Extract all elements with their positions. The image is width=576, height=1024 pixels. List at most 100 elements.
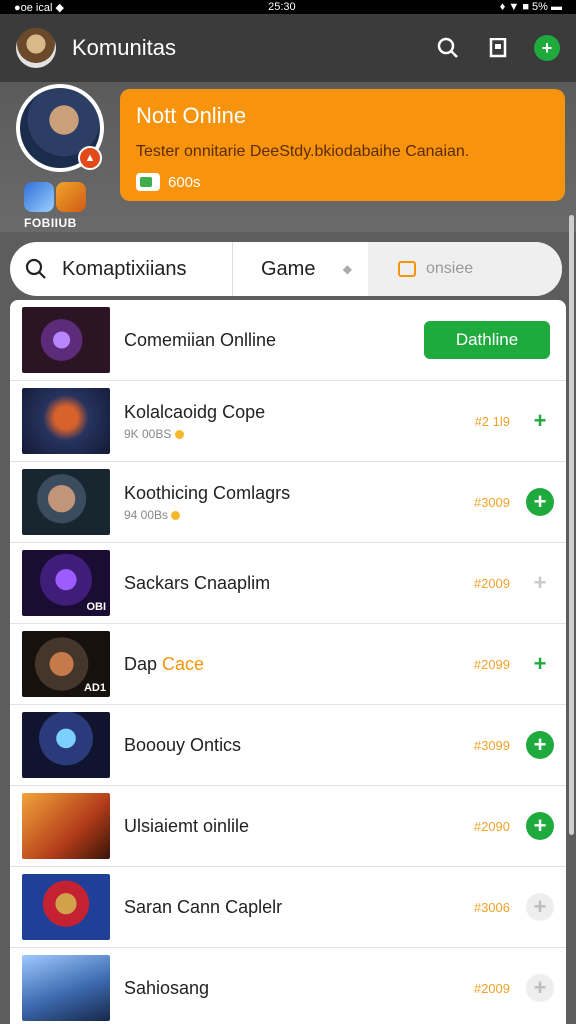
list-item-meta: #2009 (473, 575, 510, 591)
page-title: Komunitas (72, 35, 176, 60)
thumbnail (22, 712, 110, 778)
chat-icon (398, 261, 416, 277)
add-icon[interactable]: + (526, 893, 554, 921)
list-item-title-text: Sahiosang (124, 977, 210, 998)
list-item[interactable]: Saran Cann Caplelr #3006 + (10, 867, 566, 948)
coin-icon (171, 510, 181, 520)
list-item-title: Booouy Ontics (124, 735, 450, 756)
add-icon[interactable]: + (526, 407, 554, 435)
banner-count: 600s (136, 173, 549, 191)
list-item-meta: #2 1l9 (474, 413, 510, 429)
search-icon[interactable] (434, 34, 462, 62)
list-item-subtitle-text: 9K 00BS (124, 426, 172, 441)
add-icon[interactable]: + (526, 650, 554, 678)
search-bar: Komaptixiians Game ◆ onsiee (10, 242, 562, 296)
add-icon[interactable]: + (534, 35, 560, 61)
gem-badge-icon[interactable] (24, 182, 54, 212)
thumbnail: AD1 (22, 631, 110, 697)
list-item-title-text: Kolalcaoidg Cope (124, 401, 266, 422)
list-item-texts: Dap Cace (124, 654, 450, 675)
search-field-icon[interactable] (10, 242, 62, 296)
list-item-texts: Ulsiaiemt oinlile (124, 816, 450, 837)
join-online-button[interactable]: Dathline (424, 321, 550, 359)
thumbnail (22, 388, 110, 454)
list-item-texts: Booouy Ontics (124, 735, 450, 756)
list-item-meta: #3099 (473, 737, 510, 753)
add-icon[interactable]: + (526, 731, 554, 759)
promo-banner[interactable]: Nott Online Tester onnitarie DeeStdy.bki… (120, 89, 565, 201)
list-item[interactable]: Comemiian Onlline Dathline (10, 300, 566, 381)
community-list: Comemiian Onlline Dathline Kolalcaoidg C… (10, 300, 566, 1024)
list-item-title-text: Ulsiaiemt oinlile (124, 815, 250, 836)
ticket-icon (136, 173, 160, 191)
banner-count-value: 600s (168, 173, 201, 191)
thumbnail (22, 793, 110, 859)
thumbnail-tag: OBI (86, 601, 106, 613)
list-item[interactable]: OBI Sackars Cnaaplim #2009 + (10, 543, 566, 624)
add-icon[interactable]: + (526, 569, 554, 597)
thumbnail (22, 874, 110, 940)
list-item[interactable]: Sahiosang #2009 + (10, 948, 566, 1024)
list-item-meta: #3006 (473, 899, 510, 915)
list-item-texts: Sahiosang (124, 978, 450, 999)
list-item-meta: #3009 (473, 494, 510, 510)
profile-hero: ▲ FOBIIUB Nott Online Tester onnitarie D… (0, 82, 576, 232)
list-item-meta: #2090 (473, 818, 510, 834)
list-item-title: Koothicing Comlagrs (124, 483, 450, 504)
app-logo[interactable] (16, 28, 56, 68)
add-icon[interactable]: + (526, 974, 554, 1002)
app-bar: Komunitas + (0, 14, 576, 82)
list-item-title: Saran Cann Caplelr (124, 897, 450, 918)
thumbnail (22, 469, 110, 535)
status-bar: ●oe ical ◆ 25:30 ♦ ▼ ■ 5% ▬ (0, 0, 576, 14)
list-item-meta: #2099 (473, 656, 510, 672)
list-item-title-text: Sackars Cnaaplim (124, 572, 271, 593)
list-item-title: Dap Cace (124, 654, 450, 675)
list-item[interactable]: Koothicing Comlagrs 94 00Bs #3009 + (10, 462, 566, 543)
list-item[interactable]: Ulsiaiemt oinlile #2090 + (10, 786, 566, 867)
list-item-meta: #2009 (473, 980, 510, 996)
list-item-texts: Kolalcaoidg Cope 9K 00BS (124, 402, 450, 441)
game-filter-dropdown[interactable]: Game ◆ (233, 258, 368, 281)
list-item-title: Sackars Cnaaplim (124, 573, 450, 594)
list-item-title-text: Booouy Ontics (124, 734, 242, 755)
list-item[interactable]: Booouy Ontics #3099 + (10, 705, 566, 786)
list-item[interactable]: Kolalcaoidg Cope 9K 00BS #2 1l9 + (10, 381, 566, 462)
online-filter[interactable]: onsiee (368, 242, 562, 296)
thumbnail (22, 955, 110, 1021)
status-left: ●oe ical ◆ (14, 1, 64, 14)
coin-icon (174, 429, 184, 439)
list-item-title: Sahiosang (124, 978, 450, 999)
thumbnail: OBI (22, 550, 110, 616)
list-item-title: Kolalcaoidg Cope (124, 402, 450, 423)
list-item-texts: Koothicing Comlagrs 94 00Bs (124, 483, 450, 522)
list-item-title: Ulsiaiemt oinlile (124, 816, 450, 837)
list-item-title: Comemiian Onlline (124, 330, 424, 351)
list-item-texts: Saran Cann Caplelr (124, 897, 450, 918)
badge-caption: FOBIIUB (24, 216, 77, 230)
list-item-subtitle: 94 00Bs (124, 508, 450, 522)
add-icon[interactable]: + (526, 812, 554, 840)
scrollbar[interactable] (569, 215, 574, 835)
list-item-title-text: Koothicing Comlagrs (124, 482, 291, 503)
list-item-title-highlight: Cace (162, 653, 205, 674)
list-item[interactable]: AD1 Dap Cace #2099 + (10, 624, 566, 705)
game-filter-label: Game (261, 257, 316, 280)
add-icon[interactable]: + (526, 488, 554, 516)
list-item-subtitle: 9K 00BS (124, 427, 450, 441)
thumbnail (22, 307, 110, 373)
list-item-title-text: Dap (124, 653, 163, 674)
list-item-texts: Comemiian Onlline (124, 330, 424, 351)
search-input[interactable]: Komaptixiians (62, 258, 232, 281)
fire-icon: ▲ (78, 146, 102, 170)
status-right: ♦ ▼ ■ 5% ▬ (499, 1, 562, 13)
list-item-title-text: Comemiian Onlline (124, 329, 277, 350)
banner-title: Nott Online (136, 103, 247, 128)
list-item-texts: Sackars Cnaaplim (124, 573, 450, 594)
list-item-subtitle-text: 94 00Bs (124, 507, 169, 522)
banner-text: Tester onnitarie DeeStdy.bkiodabaihe Can… (136, 143, 470, 160)
status-time: 25:30 (268, 1, 296, 13)
list-item-title-text: Saran Cann Caplelr (124, 896, 283, 917)
bookmark-icon[interactable] (484, 34, 512, 62)
trophy-badge-icon[interactable] (56, 182, 86, 212)
